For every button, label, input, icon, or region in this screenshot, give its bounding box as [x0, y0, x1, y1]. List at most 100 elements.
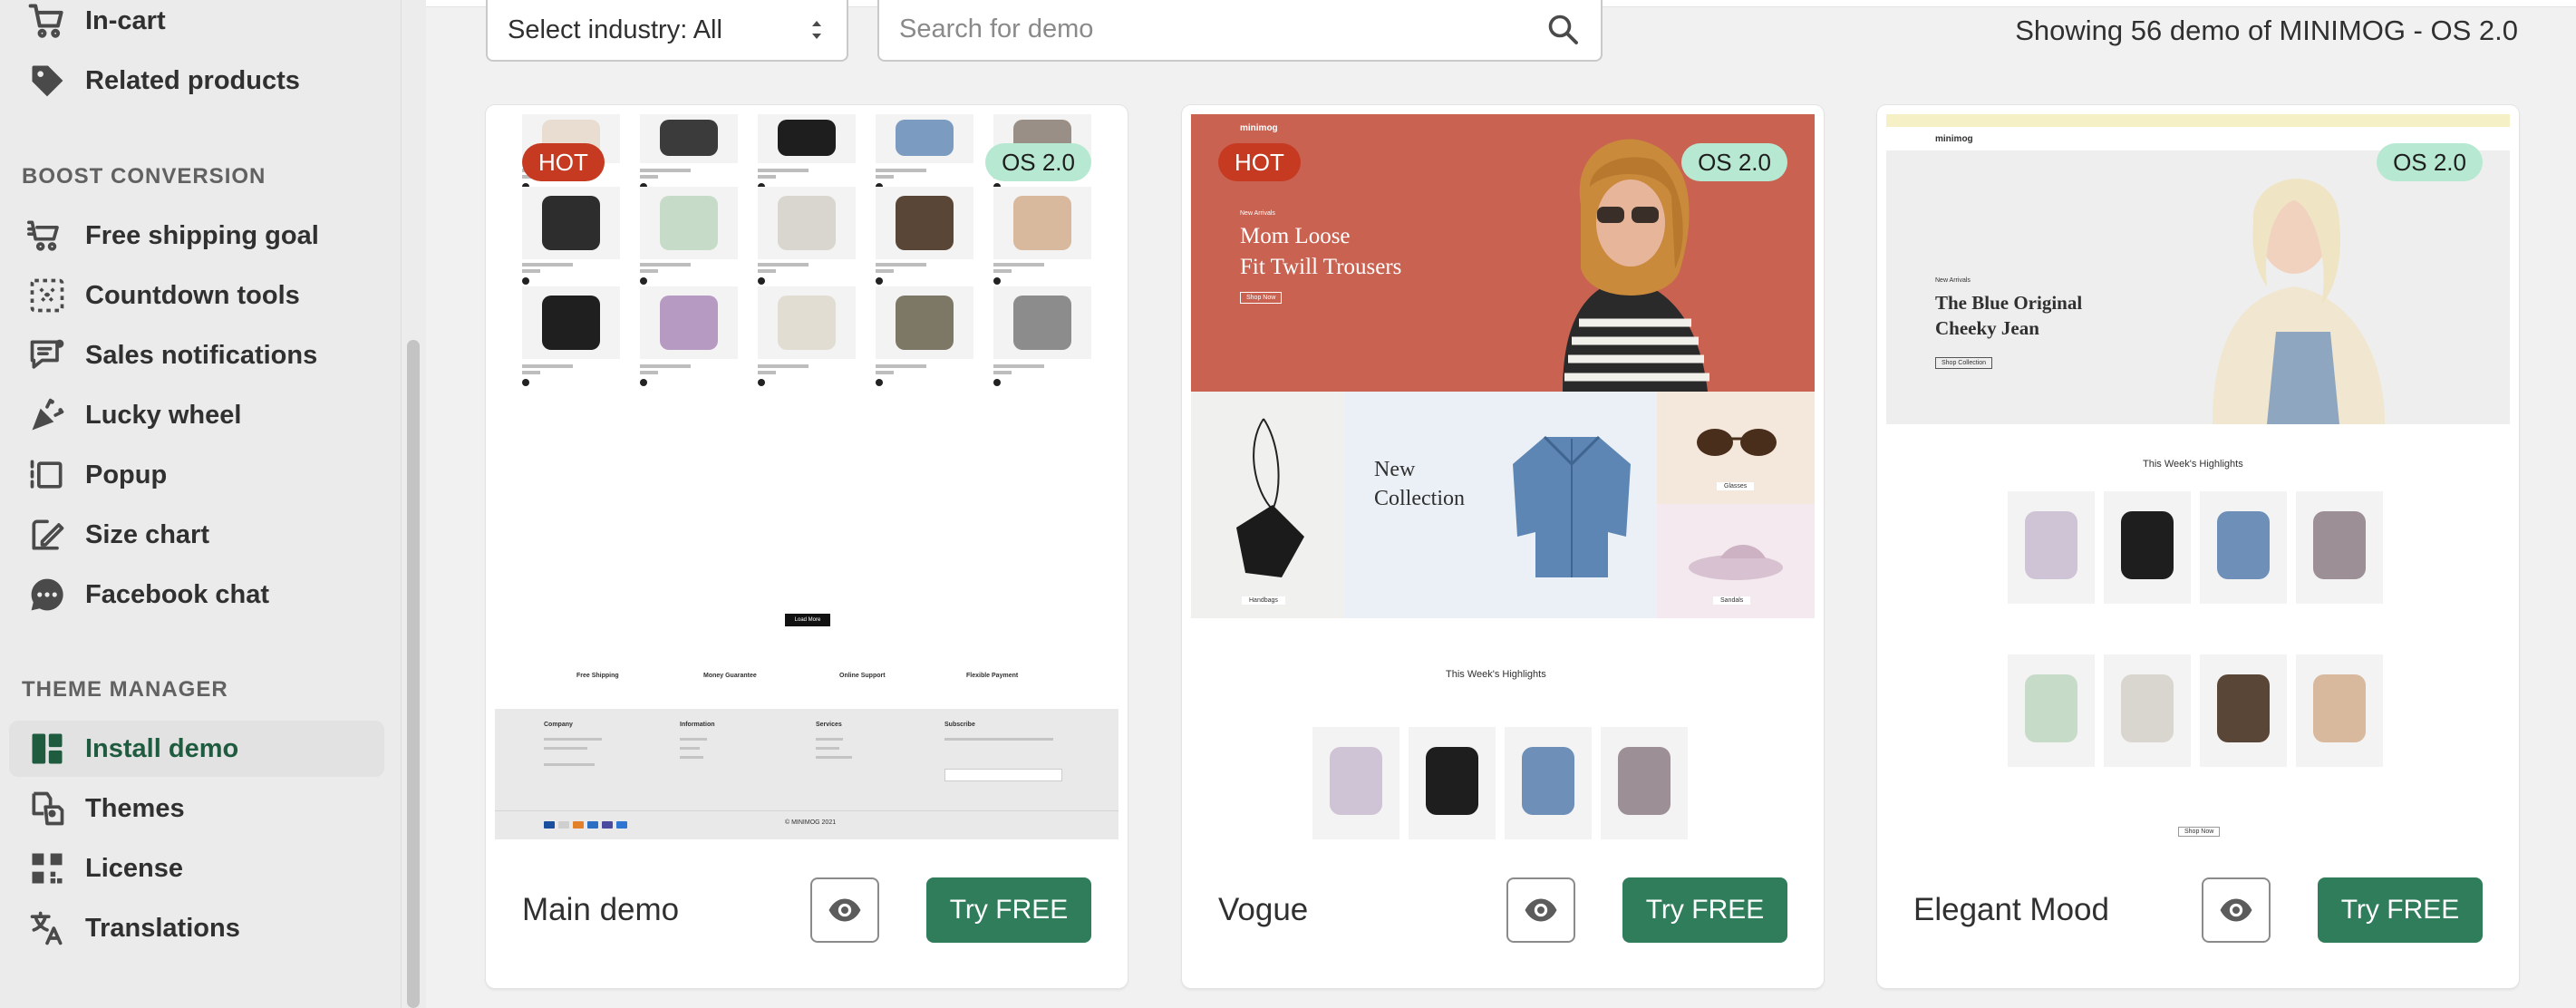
payment-icon	[616, 821, 627, 829]
sidebar-item-themes[interactable]: Themes	[9, 780, 384, 837]
hero-model-image	[2213, 179, 2385, 424]
sidebar-item-countdown-tools[interactable]: Countdown tools	[9, 267, 384, 324]
payment-icon	[558, 821, 569, 829]
results-count: Showing 56 demo of MINIMOG - OS 2.0	[2015, 15, 2518, 46]
demo-preview-elegant-mood[interactable]: minimog New Arrivals The Blue Original C…	[1886, 114, 2510, 839]
feature-label: Money Guarantee	[703, 673, 757, 679]
product-shape	[778, 296, 836, 350]
product-text-line	[876, 263, 926, 267]
denim-jacket-image	[1513, 435, 1631, 577]
sandals-label: Sandals	[1713, 596, 1751, 605]
sidebar-item-translations[interactable]: Translations	[9, 900, 384, 956]
size-chart-icon	[9, 507, 85, 563]
collection-line: New	[1374, 458, 1416, 481]
sidebar-item-lucky-wheel[interactable]: Lucky wheel	[9, 387, 384, 443]
try-free-button[interactable]: Try FREE	[1622, 877, 1787, 943]
highlight-product-thumbnail	[1601, 727, 1688, 839]
color-swatch	[522, 277, 529, 285]
color-swatch	[876, 277, 883, 285]
section-heading-theme-manager: THEME MANAGER	[22, 677, 228, 702]
sidebar-item-related-products[interactable]: Related products	[9, 53, 384, 109]
product-thumbnail	[876, 286, 973, 359]
product-shape	[2313, 511, 2366, 579]
load-more-button: Load More	[785, 614, 830, 626]
feature-label: Online Support	[839, 673, 886, 679]
product-text-line	[640, 263, 691, 267]
sidebar-item-license[interactable]: License	[9, 840, 384, 897]
product-thumbnail	[640, 187, 738, 259]
sidebar: In-cart Related products BOOST CONVERSIO…	[0, 0, 401, 1008]
product-text-line	[993, 269, 1012, 273]
elegant-logo: minimog	[1935, 134, 1973, 144]
hero-shop-button: Shop Collection	[1935, 357, 1993, 369]
highlight-product-thumbnail	[2296, 491, 2383, 604]
product-text-line	[876, 269, 894, 273]
search-box[interactable]	[877, 0, 1603, 62]
sidebar-scrollbar-thumb[interactable]	[407, 340, 420, 1008]
sidebar-item-free-shipping-goal[interactable]: Free shipping goal	[9, 208, 384, 264]
product-shape	[2025, 511, 2077, 579]
demo-preview-vogue[interactable]: minimog New Arrivals Mom Loose Fit Twill…	[1191, 114, 1815, 839]
color-swatch	[522, 379, 529, 386]
hero-kicker: New Arrivals	[1240, 210, 1275, 217]
product-text-line	[993, 364, 1044, 368]
preview-button[interactable]	[1506, 877, 1575, 943]
sidebar-item-label: License	[85, 853, 183, 883]
footer-col-title: Services	[816, 722, 842, 728]
footer-line	[544, 738, 602, 741]
product-shape	[896, 296, 954, 350]
product-text-line	[640, 175, 658, 179]
product-shape	[778, 196, 836, 250]
sandal-image	[1689, 545, 1783, 580]
feature-flexible-payment: Flexible Payment	[966, 673, 1018, 679]
sidebar-item-facebook-chat[interactable]: Facebook chat	[9, 567, 384, 623]
license-icon	[9, 840, 85, 897]
product-shape	[2217, 511, 2270, 579]
search-icon[interactable]	[1546, 13, 1579, 45]
product-shape	[1618, 747, 1671, 815]
try-free-button[interactable]: Try FREE	[926, 877, 1091, 943]
sidebar-item-popup[interactable]: Popup	[9, 447, 384, 503]
os-badge: OS 2.0	[985, 143, 1091, 181]
product-text-line	[640, 269, 658, 273]
product-shape	[778, 120, 836, 156]
demo-card-vogue: minimog New Arrivals Mom Loose Fit Twill…	[1182, 105, 1824, 988]
popup-icon	[9, 447, 85, 503]
sandals-tile: Sandals	[1657, 504, 1815, 618]
product-text-line	[993, 371, 1012, 374]
cart-icon	[9, 0, 85, 49]
collection-line: Collection	[1374, 487, 1465, 510]
industry-select[interactable]: Select industry: All	[486, 0, 848, 62]
vogue-logo: minimog	[1240, 123, 1278, 133]
sidebar-item-install-demo[interactable]: Install demo	[9, 721, 384, 777]
handbags-label: Handbags	[1242, 596, 1285, 605]
footer-line	[944, 738, 1053, 741]
product-shape	[896, 120, 954, 156]
card-title: Vogue	[1218, 892, 1309, 927]
sidebar-item-label: Free shipping goal	[85, 220, 319, 250]
footer-line	[816, 747, 839, 750]
eye-icon	[828, 898, 861, 922]
product-shape	[2121, 511, 2174, 579]
product-shape	[896, 196, 954, 250]
sidebar-item-sales-notifications[interactable]: Sales notifications	[9, 327, 384, 383]
sidebar-item-size-chart[interactable]: Size chart	[9, 507, 384, 563]
section-heading-boost-conversion: BOOST CONVERSION	[22, 164, 266, 189]
demo-preview-main[interactable]: Load More Free Shipping Money Guarantee …	[495, 114, 1119, 839]
product-shape	[660, 120, 718, 156]
sidebar-item-label: Facebook chat	[85, 579, 270, 609]
highlight-product-thumbnail	[2296, 654, 2383, 767]
product-text-line	[993, 263, 1044, 267]
product-thumbnail	[876, 187, 973, 259]
search-input[interactable]	[899, 9, 1516, 49]
feature-online-support: Online Support	[839, 673, 886, 679]
sidebar-item-label: Lucky wheel	[85, 400, 242, 430]
preview-button[interactable]	[2202, 877, 2271, 943]
os-badge: OS 2.0	[1681, 143, 1787, 181]
subscribe-field	[944, 769, 1062, 781]
preview-button[interactable]	[810, 877, 879, 943]
sidebar-item-in-cart[interactable]: In-cart	[9, 0, 384, 49]
try-free-button[interactable]: Try FREE	[2318, 877, 2483, 943]
highlight-product-thumbnail	[1409, 727, 1496, 839]
glasses-tile: Glasses	[1657, 392, 1815, 504]
